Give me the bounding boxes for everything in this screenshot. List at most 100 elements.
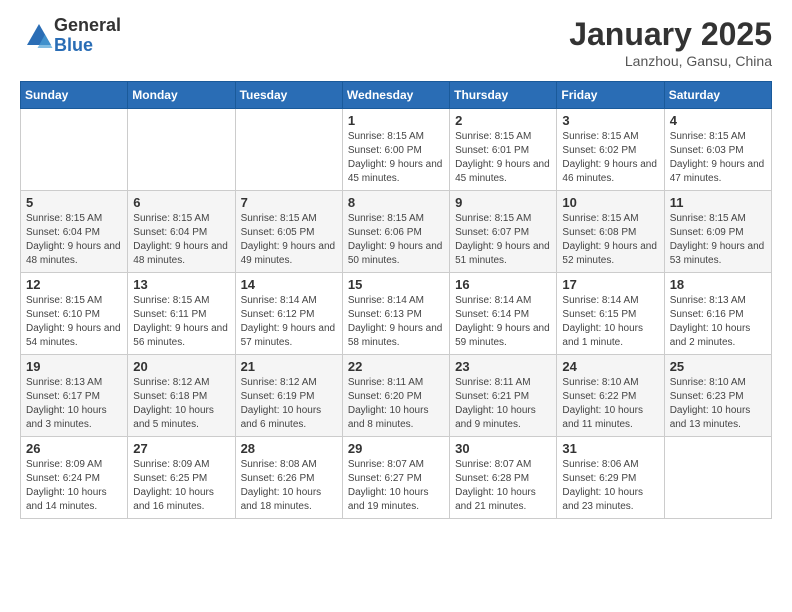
day-info: Sunrise: 8:14 AM Sunset: 6:15 PM Dayligh… (562, 294, 658, 350)
day-info: Sunrise: 8:15 AM Sunset: 6:11 PM Dayligh… (133, 294, 229, 350)
calendar-cell: 16 Sunrise: 8:14 AM Sunset: 6:14 PM Dayli… (450, 273, 557, 355)
day-number: 9 (455, 195, 551, 210)
day-header-saturday: Saturday (664, 82, 771, 109)
title-block: January 2025 Lanzhou, Gansu, China (569, 16, 772, 69)
day-info: Sunrise: 8:14 AM Sunset: 6:13 PM Dayligh… (348, 294, 444, 350)
logo-general-text: General (54, 16, 121, 36)
calendar-cell: 25 Sunrise: 8:10 AM Sunset: 6:23 PM Dayli… (664, 355, 771, 437)
day-number: 26 (26, 441, 122, 456)
day-number: 5 (26, 195, 122, 210)
page: General Blue January 2025 Lanzhou, Gansu… (0, 0, 792, 535)
day-number: 4 (670, 113, 766, 128)
logo-icon (24, 21, 54, 51)
calendar-cell: 15 Sunrise: 8:14 AM Sunset: 6:13 PM Dayli… (342, 273, 449, 355)
day-info: Sunrise: 8:13 AM Sunset: 6:17 PM Dayligh… (26, 376, 122, 432)
day-number: 23 (455, 359, 551, 374)
logo-blue-text: Blue (54, 36, 121, 56)
day-header-friday: Friday (557, 82, 664, 109)
day-info: Sunrise: 8:15 AM Sunset: 6:00 PM Dayligh… (348, 130, 444, 186)
day-header-sunday: Sunday (21, 82, 128, 109)
day-info: Sunrise: 8:15 AM Sunset: 6:10 PM Dayligh… (26, 294, 122, 350)
calendar-cell: 14 Sunrise: 8:14 AM Sunset: 6:12 PM Dayli… (235, 273, 342, 355)
day-info: Sunrise: 8:14 AM Sunset: 6:12 PM Dayligh… (241, 294, 337, 350)
day-info: Sunrise: 8:12 AM Sunset: 6:18 PM Dayligh… (133, 376, 229, 432)
calendar-cell: 17 Sunrise: 8:14 AM Sunset: 6:15 PM Dayli… (557, 273, 664, 355)
day-info: Sunrise: 8:11 AM Sunset: 6:20 PM Dayligh… (348, 376, 444, 432)
day-info: Sunrise: 8:09 AM Sunset: 6:24 PM Dayligh… (26, 458, 122, 514)
day-number: 25 (670, 359, 766, 374)
calendar-cell (664, 437, 771, 519)
calendar-cell: 12 Sunrise: 8:15 AM Sunset: 6:10 PM Dayli… (21, 273, 128, 355)
month-title: January 2025 (569, 16, 772, 53)
day-header-tuesday: Tuesday (235, 82, 342, 109)
day-info: Sunrise: 8:06 AM Sunset: 6:29 PM Dayligh… (562, 458, 658, 514)
calendar-cell: 22Sunrise: 8:11 AM Sunset: 6:20 PM Dayli… (342, 355, 449, 437)
day-info: Sunrise: 8:15 AM Sunset: 6:09 PM Dayligh… (670, 212, 766, 268)
calendar-cell: 9Sunrise: 8:15 AM Sunset: 6:07 PM Daylig… (450, 191, 557, 273)
day-info: Sunrise: 8:13 AM Sunset: 6:16 PM Dayligh… (670, 294, 766, 350)
calendar-cell: 21 Sunrise: 8:12 AM Sunset: 6:19 PM Dayli… (235, 355, 342, 437)
day-number: 2 (455, 113, 551, 128)
day-number: 20 (133, 359, 229, 374)
day-number: 30 (455, 441, 551, 456)
day-info: Sunrise: 8:10 AM Sunset: 6:23 PM Dayligh… (670, 376, 766, 432)
day-info: Sunrise: 8:12 AM Sunset: 6:19 PM Dayligh… (241, 376, 337, 432)
calendar-cell: 1 Sunrise: 8:15 AM Sunset: 6:00 PM Daylig… (342, 109, 449, 191)
day-number: 29 (348, 441, 444, 456)
day-number: 8 (348, 195, 444, 210)
day-number: 12 (26, 277, 122, 292)
day-info: Sunrise: 8:15 AM Sunset: 6:04 PM Dayligh… (26, 212, 122, 268)
calendar-week-4: 19 Sunrise: 8:13 AM Sunset: 6:17 PM Dayli… (21, 355, 772, 437)
day-number: 15 (348, 277, 444, 292)
calendar-cell (235, 109, 342, 191)
calendar-table: SundayMondayTuesdayWednesdayThursdayFrid… (20, 81, 772, 519)
calendar-header-row: SundayMondayTuesdayWednesdayThursdayFrid… (21, 82, 772, 109)
calendar-cell: 10 Sunrise: 8:15 AM Sunset: 6:08 PM Dayli… (557, 191, 664, 273)
calendar-cell: 24Sunrise: 8:10 AM Sunset: 6:22 PM Dayli… (557, 355, 664, 437)
calendar-cell: 27Sunrise: 8:09 AM Sunset: 6:25 PM Dayli… (128, 437, 235, 519)
day-info: Sunrise: 8:15 AM Sunset: 6:06 PM Dayligh… (348, 212, 444, 268)
calendar-cell: 13 Sunrise: 8:15 AM Sunset: 6:11 PM Dayli… (128, 273, 235, 355)
calendar-week-3: 12 Sunrise: 8:15 AM Sunset: 6:10 PM Dayli… (21, 273, 772, 355)
calendar-cell: 7 Sunrise: 8:15 AM Sunset: 6:05 PM Daylig… (235, 191, 342, 273)
calendar-cell (128, 109, 235, 191)
logo-text: General Blue (54, 16, 121, 56)
day-number: 7 (241, 195, 337, 210)
calendar-cell: 11Sunrise: 8:15 AM Sunset: 6:09 PM Dayli… (664, 191, 771, 273)
calendar-cell: 8 Sunrise: 8:15 AM Sunset: 6:06 PM Daylig… (342, 191, 449, 273)
calendar-cell: 20 Sunrise: 8:12 AM Sunset: 6:18 PM Dayli… (128, 355, 235, 437)
calendar-cell: 31Sunrise: 8:06 AM Sunset: 6:29 PM Dayli… (557, 437, 664, 519)
header: General Blue January 2025 Lanzhou, Gansu… (20, 16, 772, 69)
calendar-week-1: 1 Sunrise: 8:15 AM Sunset: 6:00 PM Daylig… (21, 109, 772, 191)
calendar-cell: 3 Sunrise: 8:15 AM Sunset: 6:02 PM Daylig… (557, 109, 664, 191)
calendar-cell: 28Sunrise: 8:08 AM Sunset: 6:26 PM Dayli… (235, 437, 342, 519)
day-number: 3 (562, 113, 658, 128)
location: Lanzhou, Gansu, China (569, 53, 772, 69)
day-number: 14 (241, 277, 337, 292)
day-number: 13 (133, 277, 229, 292)
calendar-cell: 19 Sunrise: 8:13 AM Sunset: 6:17 PM Dayli… (21, 355, 128, 437)
calendar-cell: 6 Sunrise: 8:15 AM Sunset: 6:04 PM Daylig… (128, 191, 235, 273)
calendar-cell: 26 Sunrise: 8:09 AM Sunset: 6:24 PM Dayli… (21, 437, 128, 519)
day-number: 6 (133, 195, 229, 210)
calendar-cell: 30Sunrise: 8:07 AM Sunset: 6:28 PM Dayli… (450, 437, 557, 519)
day-info: Sunrise: 8:14 AM Sunset: 6:14 PM Dayligh… (455, 294, 551, 350)
day-number: 19 (26, 359, 122, 374)
day-info: Sunrise: 8:15 AM Sunset: 6:08 PM Dayligh… (562, 212, 658, 268)
day-number: 1 (348, 113, 444, 128)
day-number: 16 (455, 277, 551, 292)
calendar-cell: 4Sunrise: 8:15 AM Sunset: 6:03 PM Daylig… (664, 109, 771, 191)
day-info: Sunrise: 8:11 AM Sunset: 6:21 PM Dayligh… (455, 376, 551, 432)
day-number: 17 (562, 277, 658, 292)
logo: General Blue (20, 16, 121, 56)
day-number: 27 (133, 441, 229, 456)
day-info: Sunrise: 8:15 AM Sunset: 6:04 PM Dayligh… (133, 212, 229, 268)
day-number: 21 (241, 359, 337, 374)
day-info: Sunrise: 8:15 AM Sunset: 6:01 PM Dayligh… (455, 130, 551, 186)
day-number: 10 (562, 195, 658, 210)
day-info: Sunrise: 8:15 AM Sunset: 6:05 PM Dayligh… (241, 212, 337, 268)
calendar-cell (21, 109, 128, 191)
day-info: Sunrise: 8:15 AM Sunset: 6:02 PM Dayligh… (562, 130, 658, 186)
calendar-cell: 2 Sunrise: 8:15 AM Sunset: 6:01 PM Daylig… (450, 109, 557, 191)
calendar-week-5: 26 Sunrise: 8:09 AM Sunset: 6:24 PM Dayli… (21, 437, 772, 519)
